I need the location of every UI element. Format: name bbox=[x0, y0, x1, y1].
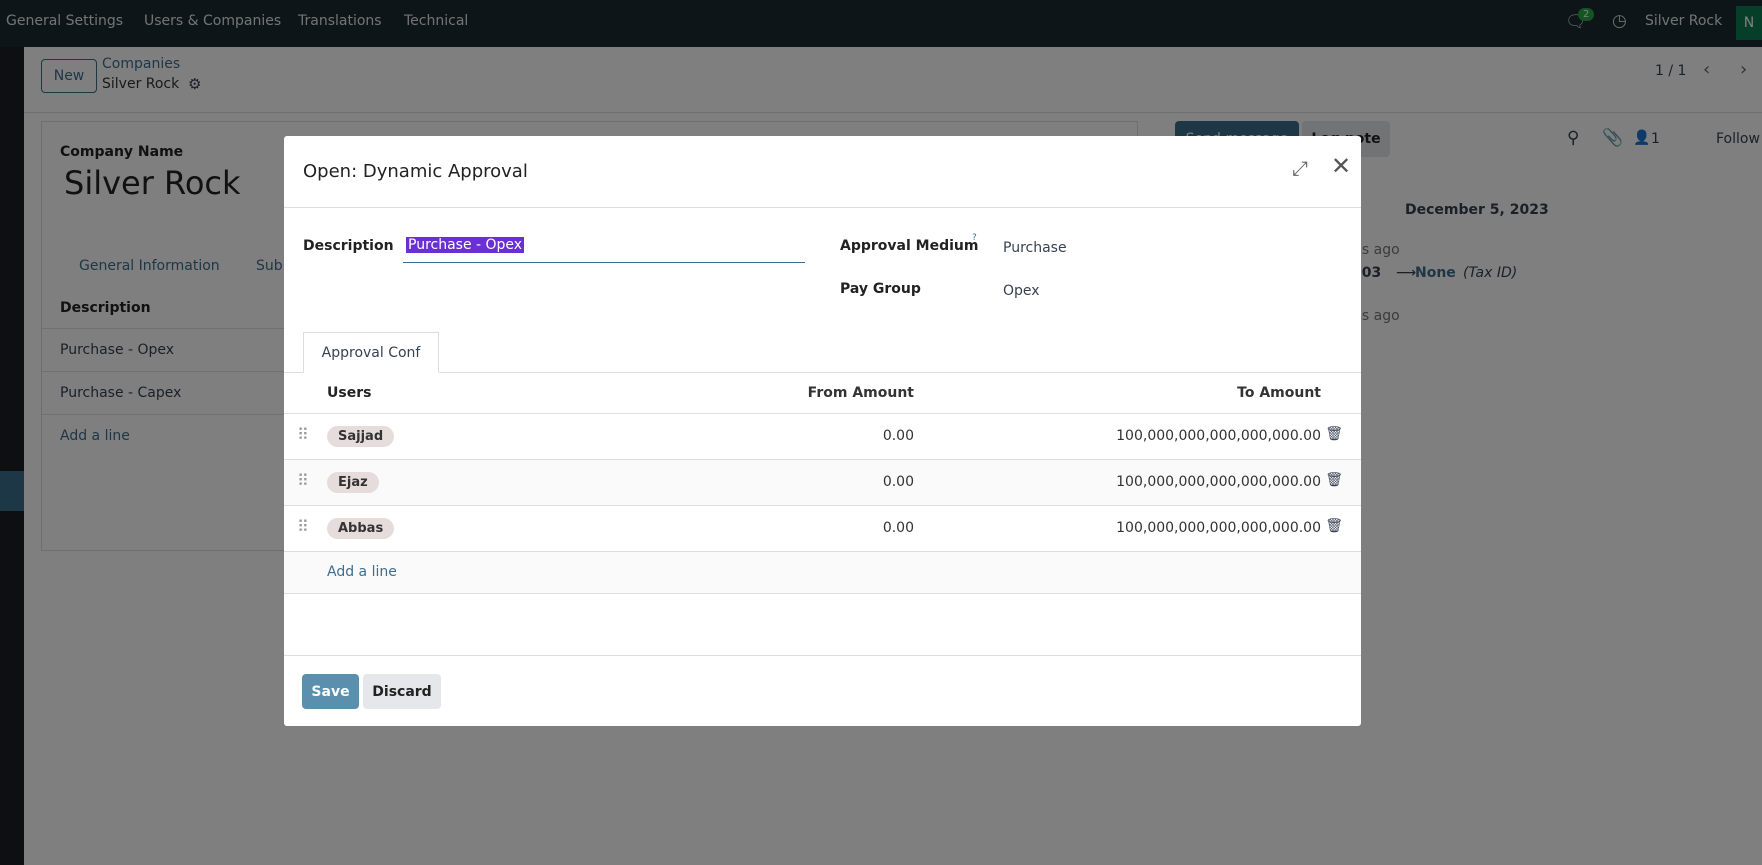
drag-handle-icon[interactable]: ⠿ bbox=[297, 517, 309, 536]
table-header: Users From Amount To Amount bbox=[284, 368, 1361, 414]
tab-approval-conf[interactable]: Approval Conf bbox=[303, 332, 439, 373]
to-amount[interactable]: 100,000,000,000,000,000.00 bbox=[1116, 428, 1321, 444]
to-amount[interactable]: 100,000,000,000,000,000.00 bbox=[1116, 474, 1321, 490]
column-to-amount[interactable]: To Amount bbox=[1237, 385, 1321, 401]
close-icon[interactable]: ✕ bbox=[1331, 152, 1351, 180]
pay-group-value[interactable]: Opex bbox=[1003, 283, 1040, 299]
trash-icon[interactable]: 🗑 bbox=[1325, 426, 1343, 442]
column-from-amount[interactable]: From Amount bbox=[808, 385, 914, 401]
expand-icon[interactable]: ⤢ bbox=[1292, 156, 1308, 180]
approval-medium-value[interactable]: Purchase bbox=[1003, 240, 1067, 256]
to-amount[interactable]: 100,000,000,000,000,000.00 bbox=[1116, 520, 1321, 536]
trash-icon[interactable]: 🗑 bbox=[1325, 518, 1343, 534]
table-row[interactable]: ⠿ Sajjad 0.00 100,000,000,000,000,000.00… bbox=[284, 414, 1361, 460]
save-button[interactable]: Save bbox=[302, 674, 359, 709]
drag-handle-icon[interactable]: ⠿ bbox=[297, 471, 309, 490]
user-tag[interactable]: Ejaz bbox=[327, 472, 379, 493]
description-label: Description bbox=[303, 238, 394, 254]
description-input[interactable]: Purchase - Opex bbox=[403, 233, 805, 263]
help-icon[interactable]: ? bbox=[972, 233, 977, 243]
from-amount[interactable]: 0.00 bbox=[883, 428, 914, 444]
add-line-row: Add a line bbox=[284, 552, 1361, 594]
from-amount[interactable]: 0.00 bbox=[883, 474, 914, 490]
user-tag[interactable]: Abbas bbox=[327, 518, 395, 539]
add-line-link[interactable]: Add a line bbox=[327, 564, 397, 580]
dialog-title: Open: Dynamic Approval bbox=[303, 161, 528, 182]
table-row[interactable]: ⠿ Ejaz 0.00 100,000,000,000,000,000.00 🗑 bbox=[284, 460, 1361, 506]
discard-button[interactable]: Discard bbox=[363, 674, 441, 709]
column-users[interactable]: Users bbox=[327, 385, 371, 401]
user-tag[interactable]: Sajjad bbox=[327, 426, 395, 447]
trash-icon[interactable]: 🗑 bbox=[1325, 472, 1343, 488]
description-value: Purchase - Opex bbox=[406, 237, 525, 253]
drag-handle-icon[interactable]: ⠿ bbox=[297, 425, 309, 444]
pay-group-label: Pay Group bbox=[840, 281, 921, 297]
dynamic-approval-dialog: Open: Dynamic Approval ⤢ ✕ Description P… bbox=[284, 136, 1361, 726]
approval-medium-label: Approval Medium bbox=[840, 238, 979, 254]
from-amount[interactable]: 0.00 bbox=[883, 520, 914, 536]
table-row[interactable]: ⠿ Abbas 0.00 100,000,000,000,000,000.00 … bbox=[284, 506, 1361, 552]
